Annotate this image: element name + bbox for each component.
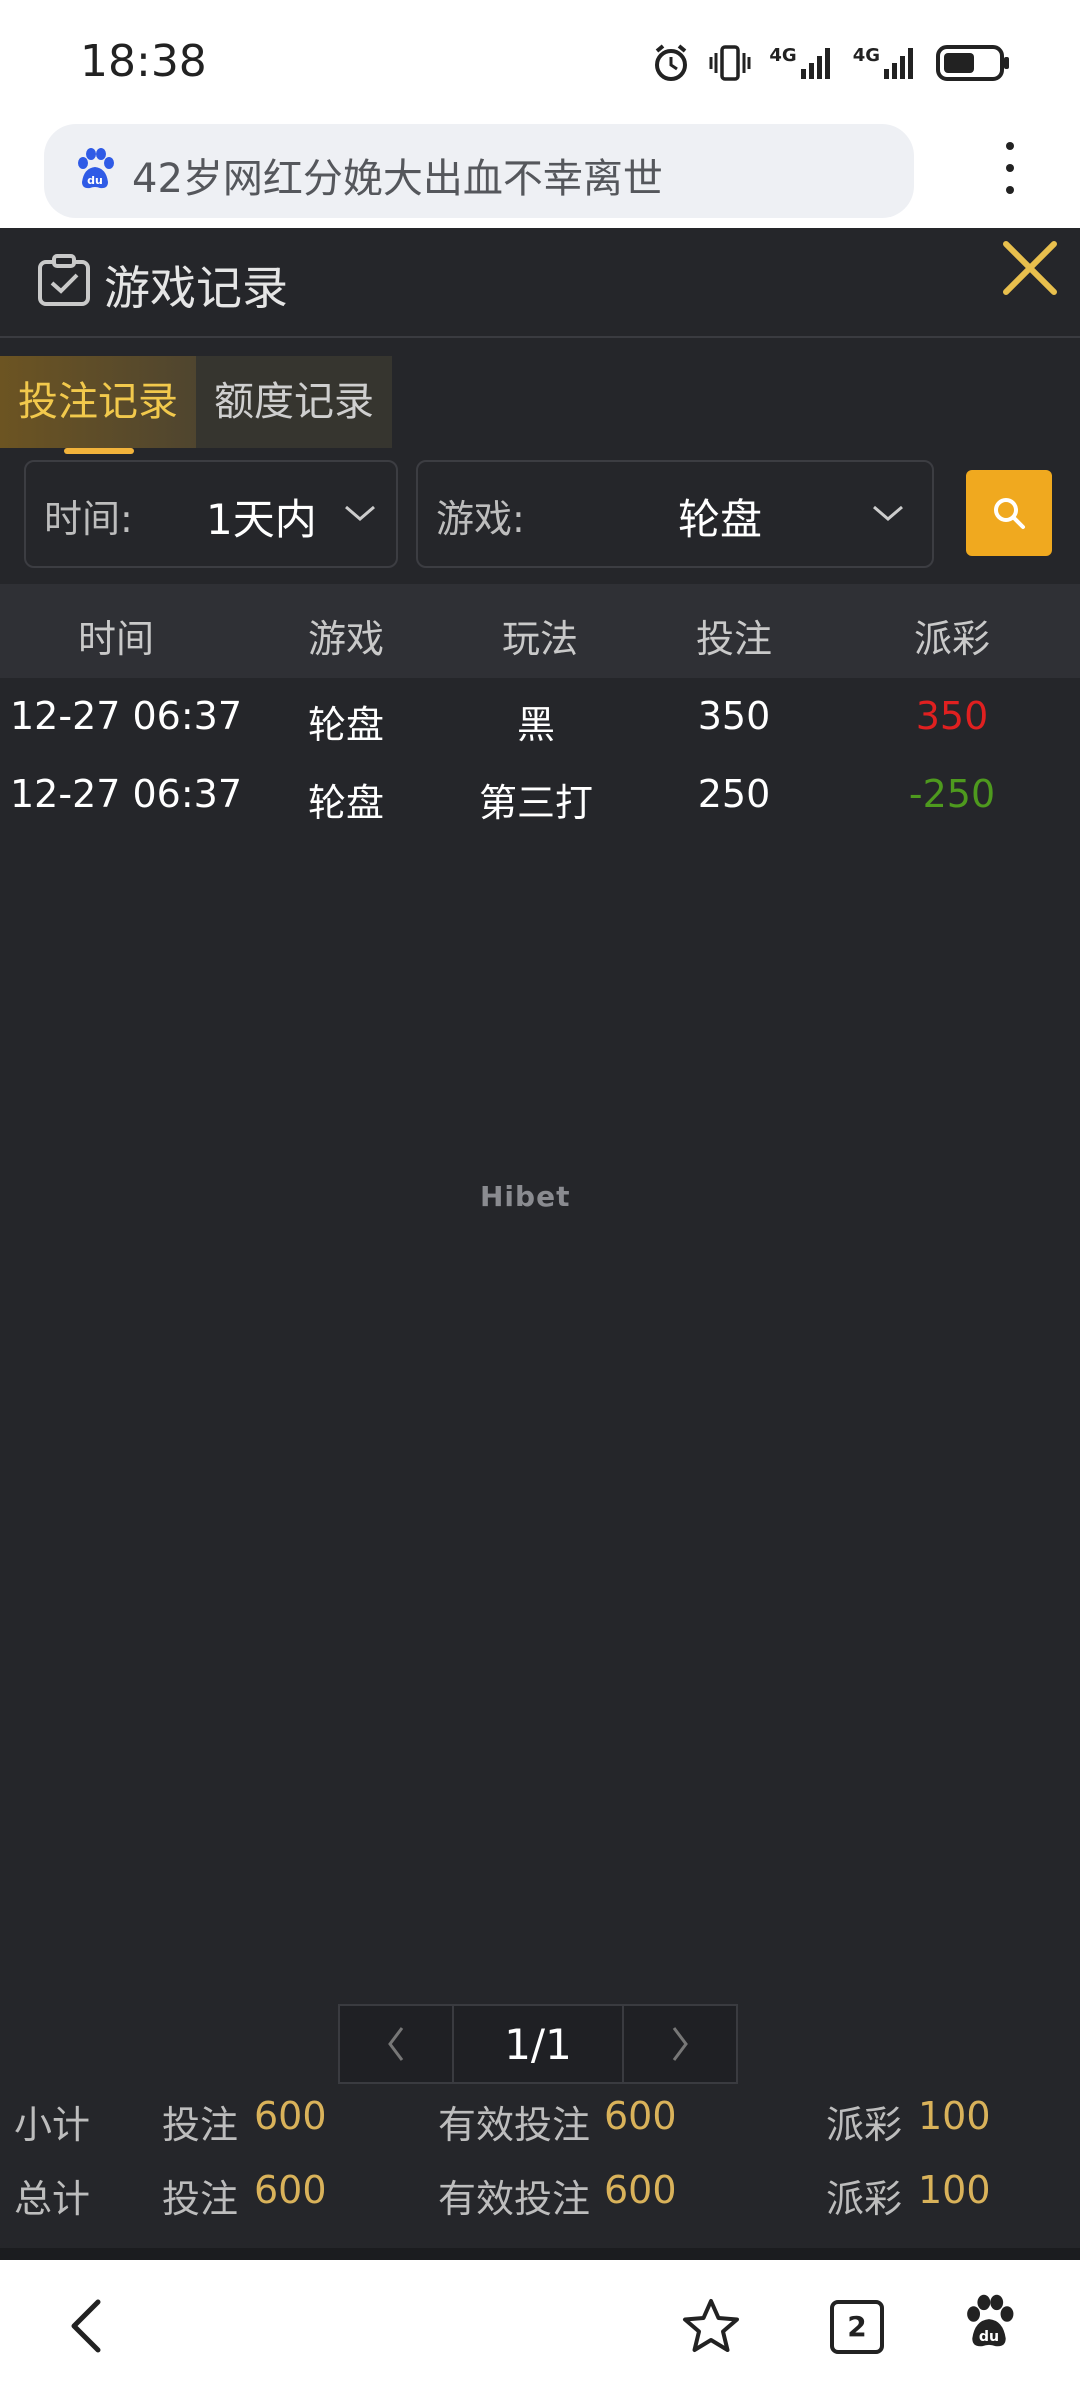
total-label: 总计 [14,2177,91,2221]
url-text: 42岁网红分娩大出血不幸离世 [132,156,663,202]
tabs-count: 2 [847,2310,867,2343]
url-bar[interactable]: du 42岁网红分娩大出血不幸离世 [44,124,914,218]
search-button[interactable] [966,470,1052,556]
battery-icon [936,45,1009,81]
total-valid-value: 600 [604,2168,677,2212]
browser-bar: du 42岁网红分娩大出血不幸离世 [0,120,1080,228]
browser-nav-bar: 2 du [0,2260,1080,2388]
page-indicator: 1/1 [454,2004,622,2084]
network-label-1: 4G [769,45,797,66]
game-filter-value: 轮盘 [678,495,763,544]
chevron-down-icon [345,505,375,521]
row-time: 12-27 06:37 [10,772,243,816]
baidu-paw-icon: du [78,148,114,189]
prev-page-button[interactable] [338,2004,454,2084]
subtotal-row: 小计 投注 600 有效投注 600 派彩 100 [0,2094,1080,2154]
signal-2: 4G [853,45,918,81]
total-bet-value: 600 [254,2168,327,2212]
subtotal-valid-label: 有效投注 [438,2103,591,2147]
row-bet: 250 [697,772,771,816]
time-filter-value: 1天内 [206,495,317,544]
header-play: 玩法 [502,617,579,661]
row-payout: 350 [915,694,989,738]
total-payout-label: 派彩 [826,2177,903,2221]
modal-header: 游戏记录 [0,228,1080,338]
baidu-paw-icon[interactable]: du [962,2294,1016,2352]
svg-text:du: du [87,174,103,187]
game-filter-label: 游戏: [436,497,525,541]
time-filter-select[interactable]: 时间: 1天内 [24,460,398,568]
chevron-down-icon [873,505,903,521]
row-play: 第三打 [478,781,593,825]
vibrate-icon [709,45,751,81]
tab-credit-records[interactable]: 额度记录 [196,356,392,448]
signal-1: 4G [769,45,834,81]
row-payout: -250 [908,772,996,816]
table-row: 12-27 06:37 轮盘 黑 350 350 [0,676,1080,754]
network-label-2: 4G [852,45,880,66]
subtotal-payout-value: 100 [918,2094,991,2138]
modal-title: 游戏记录 [104,261,288,315]
row-bet: 350 [697,694,771,738]
status-time: 18:38 [80,36,207,87]
signal-icon [884,48,913,79]
header-payout: 派彩 [914,617,991,661]
next-page-button[interactable] [622,2004,738,2084]
subtotal-label: 小计 [14,2103,91,2147]
table-row: 12-27 06:37 轮盘 第三打 250 -250 [0,754,1080,832]
back-icon[interactable] [64,2296,108,2356]
subtotal-bet-label: 投注 [162,2103,239,2147]
star-icon[interactable] [680,2296,742,2356]
subtotal-bet-value: 600 [254,2094,327,2138]
chevron-left-icon [388,2027,404,2061]
header-game: 游戏 [308,617,385,661]
subtotal-valid-value: 600 [604,2094,677,2138]
alarm-icon [655,44,688,81]
row-game: 轮盘 [308,703,385,747]
chevron-right-icon [672,2027,688,2061]
time-filter-label: 时间: [44,497,133,541]
row-game: 轮盘 [308,781,385,825]
total-valid-label: 有效投注 [438,2177,591,2221]
status-bar: 18:38 4G 4G [0,0,1080,120]
svg-text:du: du [979,2329,999,2345]
clipboard-check-icon [38,254,90,306]
status-icons: 4G 4G [651,40,1010,86]
total-row: 总计 投注 600 有效投注 600 派彩 100 [0,2168,1080,2228]
header-time: 时间 [78,617,155,661]
subtotal-payout-label: 派彩 [826,2103,903,2147]
close-icon[interactable] [1000,238,1060,298]
tab-bet-records[interactable]: 投注记录 [0,356,196,454]
more-menu-icon[interactable] [1000,142,1020,212]
row-time: 12-27 06:37 [10,694,243,738]
tabs-count-button[interactable]: 2 [830,2300,884,2354]
signal-icon [800,48,830,79]
total-payout-value: 100 [918,2168,991,2212]
search-icon [994,498,1025,529]
record-tabs: 投注记录 额度记录 [0,356,392,454]
modal-bottom-edge [0,2248,1080,2260]
row-play: 黑 [516,703,555,747]
header-bet: 投注 [696,617,773,661]
pagination: 1/1 [338,2004,738,2084]
total-bet-label: 投注 [162,2177,239,2221]
table-header: 时间 游戏 玩法 投注 派彩 [0,584,1080,678]
brand-watermark: Hibet [480,1180,571,1213]
game-filter-select[interactable]: 游戏: 轮盘 [416,460,934,568]
